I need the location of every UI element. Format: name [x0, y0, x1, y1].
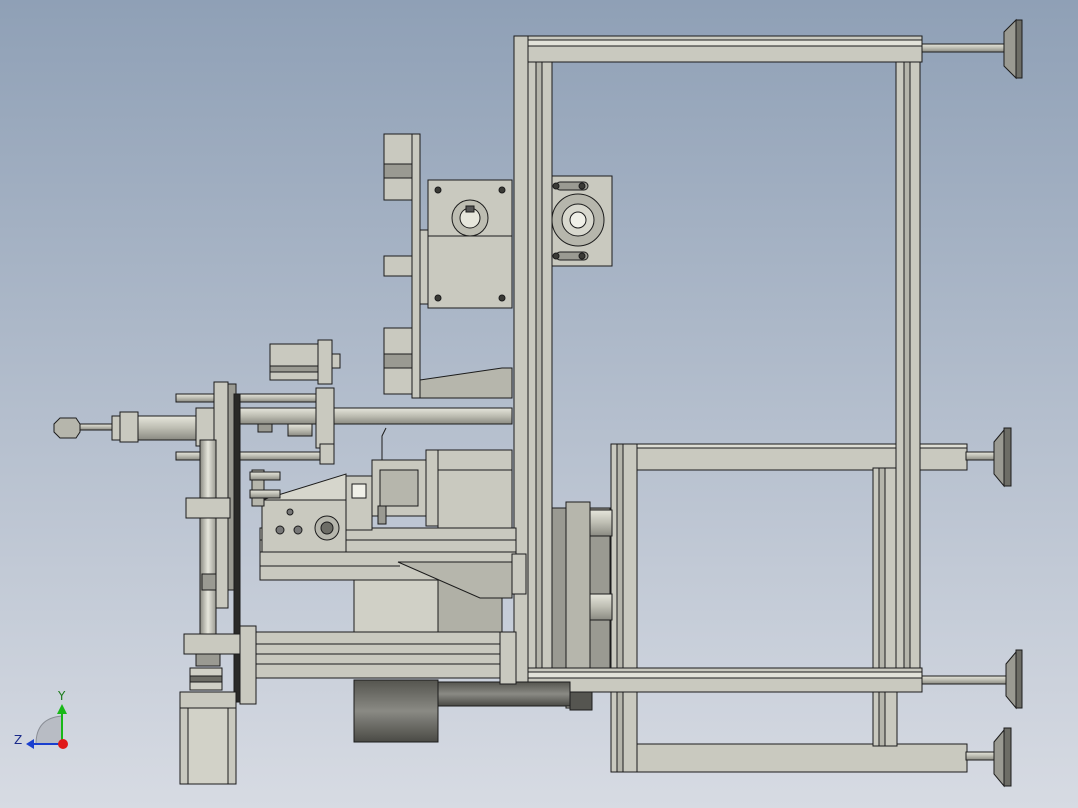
- bolt: [552, 182, 560, 190]
- spindle-motor: [437, 449, 513, 529]
- left-post-groove: [535, 61, 543, 669]
- spindle-flange: [425, 449, 439, 527]
- motor-cylinder: [353, 679, 439, 743]
- guide-rod-long: [231, 407, 513, 425]
- mount-block-shade: [383, 353, 417, 369]
- bolt: [434, 186, 442, 194]
- column-nut: [195, 653, 221, 667]
- spindle-face: [379, 469, 419, 507]
- guide-rod: [175, 393, 317, 403]
- motor-band: [269, 365, 321, 373]
- fitting: [287, 423, 313, 437]
- mount-plate: [411, 133, 421, 399]
- keyway: [465, 205, 475, 213]
- motor-body: [269, 343, 321, 381]
- slide-rail: [255, 631, 515, 679]
- slide-end-plate: [511, 553, 527, 595]
- housing-block: [353, 579, 439, 637]
- frame-post: [878, 467, 886, 747]
- frame-post: [610, 443, 638, 773]
- small-motor[interactable]: [269, 339, 341, 385]
- bolt: [578, 182, 586, 190]
- column-clamp: [185, 497, 231, 519]
- slide-end-plate: [499, 631, 517, 685]
- cad-viewport[interactable]: Y Z: [0, 0, 1078, 808]
- bolt: [578, 252, 586, 260]
- bolt: [434, 294, 442, 302]
- vertical-column: [199, 439, 217, 637]
- frame-beam: [610, 743, 968, 773]
- foot-stem: [965, 451, 997, 461]
- mount-block-shade: [383, 163, 417, 179]
- foot-stem: [921, 43, 1009, 53]
- motor-ridge: [187, 707, 229, 785]
- column-clamp: [201, 573, 217, 591]
- hex-nut-bore: [320, 521, 334, 535]
- cylinder-body: [137, 415, 203, 441]
- guide-rod: [175, 451, 327, 461]
- sensor: [351, 483, 367, 499]
- foot-stem: [965, 751, 997, 761]
- fitting: [257, 423, 273, 433]
- axis-label-y: Y: [57, 689, 66, 703]
- servo-motor[interactable]: [179, 691, 237, 785]
- cylinder-nose: [119, 411, 139, 443]
- bottom-beam-highlight: [513, 671, 923, 679]
- pulley-hub: [589, 509, 613, 537]
- bolt-hole: [293, 525, 303, 535]
- rod-collar: [319, 443, 335, 465]
- gearbox-body: [427, 179, 513, 309]
- motor-flange: [179, 691, 237, 711]
- foot-stem: [921, 675, 1009, 685]
- bolt: [498, 294, 506, 302]
- frame-post: [616, 443, 624, 773]
- motor-stub: [331, 353, 341, 369]
- slide-end-plate: [239, 625, 257, 705]
- foot-pad-rim: [1015, 649, 1023, 709]
- fitting: [249, 471, 281, 481]
- rod-end-nut: [53, 417, 81, 439]
- motor-cylinder: [437, 681, 571, 707]
- foot-pad-rim: [1003, 727, 1012, 787]
- top-beam-highlight: [513, 39, 923, 47]
- bolt: [552, 252, 560, 260]
- bolt-hole: [286, 508, 294, 516]
- column-base: [183, 633, 241, 655]
- bearing-bore: [569, 211, 587, 229]
- rod-collar: [315, 387, 335, 449]
- bearing-block[interactable]: [551, 175, 613, 267]
- x-axis-point-icon: [58, 739, 68, 749]
- pulley-hub: [589, 593, 613, 621]
- right-post-groove: [903, 61, 911, 669]
- foot-pad-rim: [1015, 19, 1023, 79]
- cable-gland: [377, 505, 387, 525]
- foot-pad-rim: [1003, 427, 1012, 487]
- fitting: [249, 489, 281, 499]
- axis-label-z: Z: [14, 733, 22, 747]
- bolt-hole: [275, 525, 285, 535]
- bolt: [498, 186, 506, 194]
- belt: [233, 393, 241, 703]
- mount-block: [383, 255, 417, 277]
- motor-flange: [317, 339, 333, 385]
- coupling-ring: [189, 675, 223, 683]
